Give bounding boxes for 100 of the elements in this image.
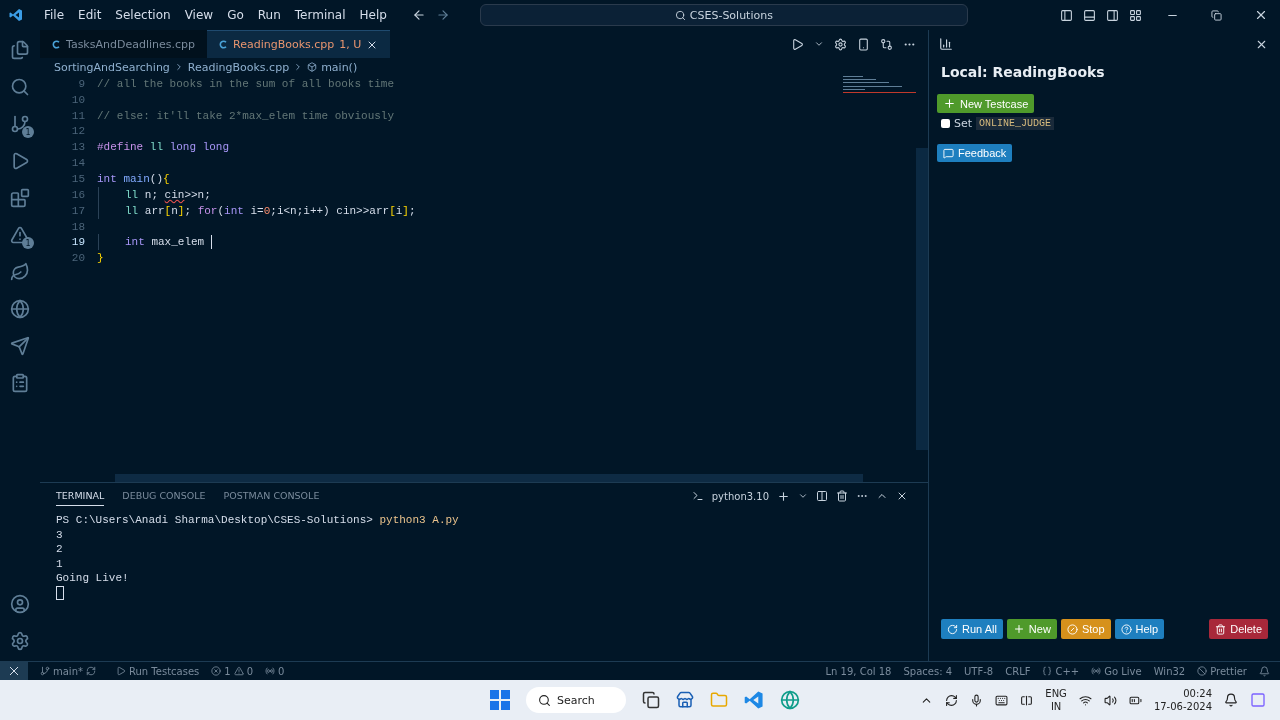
panel-tab[interactable]: TERMINAL bbox=[56, 486, 105, 506]
clock[interactable]: 00:24 17-06-2024 bbox=[1153, 687, 1212, 713]
checkbox-label: Set bbox=[954, 117, 973, 130]
search-icon bbox=[538, 693, 551, 707]
action-button[interactable]: New bbox=[1006, 619, 1057, 639]
cursor-position[interactable]: Ln 19, Col 18 bbox=[825, 665, 892, 677]
panel-tab[interactable]: DEBUG CONSOLE bbox=[122, 486, 206, 506]
split-icon[interactable] bbox=[816, 490, 828, 502]
search-icon[interactable] bbox=[10, 77, 30, 97]
settings-icon[interactable] bbox=[10, 631, 30, 651]
new-testcase-button[interactable]: New Testcase bbox=[937, 94, 1035, 113]
ports-status[interactable]: 0 bbox=[278, 665, 285, 677]
back-icon[interactable] bbox=[411, 8, 426, 22]
add-icon[interactable] bbox=[777, 489, 790, 503]
menu-item[interactable]: File bbox=[37, 8, 72, 22]
platform-status[interactable]: Win32 bbox=[1153, 665, 1186, 677]
source-control-icon[interactable] bbox=[10, 114, 30, 134]
extensions-icon[interactable] bbox=[10, 188, 30, 208]
toggle-sidebar-icon[interactable] bbox=[1060, 8, 1073, 22]
error-count[interactable]: 1 bbox=[224, 665, 231, 677]
code-tag: ONLINE_JUDGE bbox=[976, 117, 1055, 130]
branch-status[interactable]: main* bbox=[53, 665, 83, 677]
feedback-button[interactable]: Feedback bbox=[937, 144, 1013, 162]
terminal-name[interactable]: python3.10 bbox=[711, 490, 769, 502]
menu-item[interactable]: Run bbox=[250, 8, 288, 22]
explorer-icon[interactable] bbox=[10, 40, 30, 60]
remote-button[interactable] bbox=[0, 662, 28, 680]
breadcrumb[interactable]: main() bbox=[321, 60, 358, 74]
device-icon[interactable] bbox=[857, 37, 870, 51]
remote-icon bbox=[9, 666, 19, 676]
code-line: // else: it'll take 2*max_elem time obviously bbox=[97, 108, 395, 124]
sync-icon[interactable] bbox=[945, 693, 959, 707]
delete-button[interactable]: Delete bbox=[1209, 619, 1268, 639]
run-testcases-status[interactable]: Run Testcases bbox=[129, 665, 200, 677]
action-button[interactable]: Help bbox=[1114, 619, 1165, 639]
terminal-icon bbox=[691, 490, 704, 502]
close-icon[interactable] bbox=[1254, 8, 1268, 22]
account-icon[interactable] bbox=[10, 594, 30, 614]
language-indicator[interactable]: ENG IN bbox=[1045, 687, 1067, 713]
warning-icon[interactable] bbox=[10, 225, 30, 245]
terminal-cursor bbox=[56, 585, 64, 600]
ports-icon bbox=[265, 666, 275, 676]
send-icon[interactable] bbox=[10, 336, 30, 356]
store-icon[interactable] bbox=[676, 691, 694, 709]
menu-item[interactable]: Help bbox=[352, 8, 394, 22]
menu-item[interactable]: Selection bbox=[108, 8, 178, 22]
task-view-icon[interactable] bbox=[642, 691, 660, 709]
terminal-line: 2 bbox=[56, 542, 64, 557]
menu-item[interactable]: Terminal bbox=[287, 8, 353, 22]
restore-icon[interactable] bbox=[1211, 9, 1222, 21]
menu-item[interactable]: View bbox=[177, 8, 221, 22]
wifi-icon[interactable] bbox=[1078, 693, 1092, 707]
compare-icon[interactable] bbox=[880, 37, 893, 51]
search-field[interactable]: Search bbox=[526, 687, 626, 713]
eol-status[interactable]: CRLF bbox=[1005, 665, 1031, 677]
language-status[interactable]: C++ bbox=[1055, 665, 1080, 677]
mic-icon[interactable] bbox=[970, 693, 984, 707]
vscode-taskbar-icon[interactable] bbox=[744, 690, 764, 710]
action-button[interactable]: Run All bbox=[941, 619, 1003, 639]
trash-icon[interactable] bbox=[836, 490, 848, 502]
clipboard-icon[interactable] bbox=[10, 373, 30, 393]
command-center[interactable]: CSES-Solutions bbox=[479, 4, 968, 26]
broadcast-icon bbox=[1091, 666, 1102, 676]
indent-status[interactable]: Spaces: 4 bbox=[903, 665, 953, 677]
rerun-icon bbox=[947, 623, 958, 635]
chart-icon[interactable] bbox=[939, 37, 953, 51]
editor-tab[interactable]: ReadingBooks.cpp 1, U bbox=[207, 30, 391, 58]
run-icon[interactable] bbox=[791, 37, 804, 51]
layout-icon[interactable] bbox=[1129, 8, 1142, 22]
breadcrumb[interactable]: SortingAndSearching bbox=[54, 60, 170, 74]
menu-item[interactable]: Edit bbox=[71, 8, 109, 22]
menu-item[interactable]: Go bbox=[220, 8, 251, 22]
line-number: 19 bbox=[70, 236, 86, 249]
run-debug-icon[interactable] bbox=[10, 151, 30, 171]
panel-tab[interactable]: POSTMAN CONSOLE bbox=[223, 486, 320, 506]
branch-icon bbox=[40, 666, 50, 676]
editor-tab[interactable]: TasksAndDeadlines.cpp bbox=[40, 30, 207, 58]
go-live-status[interactable]: Go Live bbox=[1104, 665, 1142, 677]
toggle-panel-icon[interactable] bbox=[1083, 8, 1096, 22]
globe-icon[interactable] bbox=[10, 299, 30, 319]
prettier-status[interactable]: Prettier bbox=[1210, 665, 1247, 677]
count-badge: 1 bbox=[22, 237, 34, 249]
checkbox[interactable] bbox=[941, 119, 950, 128]
warning-count[interactable]: 0 bbox=[246, 665, 253, 677]
browser-icon[interactable] bbox=[780, 690, 800, 710]
line-number: 13 bbox=[70, 141, 86, 154]
notification-icon[interactable] bbox=[1224, 693, 1238, 707]
forward-icon[interactable] bbox=[435, 8, 450, 22]
toggle-secondary-sidebar-icon[interactable] bbox=[1106, 8, 1119, 22]
breadcrumb[interactable]: ReadingBooks.cpp bbox=[187, 60, 290, 74]
encoding-status[interactable]: UTF-8 bbox=[964, 665, 994, 677]
screen-icon[interactable] bbox=[1020, 693, 1034, 707]
dropdown-icon[interactable] bbox=[798, 491, 808, 501]
leaf-icon[interactable] bbox=[10, 262, 30, 282]
volume-icon[interactable] bbox=[1103, 693, 1117, 707]
close-icon[interactable] bbox=[896, 490, 908, 502]
keyboard-icon[interactable] bbox=[995, 693, 1009, 707]
start-icon[interactable] bbox=[490, 690, 510, 710]
dropdown-icon[interactable] bbox=[814, 39, 824, 49]
bell-icon[interactable] bbox=[1259, 665, 1270, 677]
